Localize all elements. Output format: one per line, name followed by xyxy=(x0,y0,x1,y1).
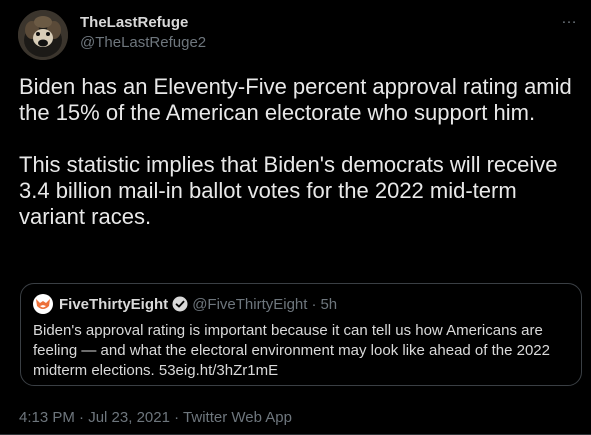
tweet-source[interactable]: Twitter Web App xyxy=(183,409,292,426)
tweet-header: TheLastRefuge @TheLastRefuge2 … xyxy=(18,10,578,62)
dog-avatar-icon xyxy=(18,10,68,60)
tweet-meta: 4:13 PM · Jul 23, 2021 · Twitter Web App xyxy=(19,409,292,426)
more-options-icon[interactable]: … xyxy=(561,10,578,28)
author-handle[interactable]: @TheLastRefuge2 xyxy=(80,33,206,53)
fivethirtyeight-fox-icon xyxy=(33,294,53,314)
tweet-text: Biden has an Eleventy-Five percent appro… xyxy=(19,74,572,229)
quoted-tweet-text: Biden's approval rating is important bec… xyxy=(33,322,550,379)
author-display-name[interactable]: TheLastRefuge xyxy=(80,14,206,32)
meta-separator: · xyxy=(174,409,184,426)
quoted-handle: @FiveThirtyEight xyxy=(192,295,308,313)
tweet-time[interactable]: 4:13 PM xyxy=(19,409,75,426)
quoted-tweet-header: FiveThirtyEight @FiveThirtyEight · 5h xyxy=(33,294,337,314)
quoted-time: 5h xyxy=(320,295,338,313)
author-names: TheLastRefuge @TheLastRefuge2 xyxy=(80,14,206,53)
quoted-tweet[interactable]: FiveThirtyEight @FiveThirtyEight · 5h Bi… xyxy=(20,283,582,386)
meta-separator: · xyxy=(79,409,89,426)
verified-badge-icon xyxy=(172,296,188,312)
tweet-date[interactable]: Jul 23, 2021 xyxy=(88,409,170,426)
quoted-display-name: FiveThirtyEight xyxy=(59,295,169,313)
quoted-separator: · xyxy=(311,295,317,313)
avatar[interactable] xyxy=(18,10,68,60)
